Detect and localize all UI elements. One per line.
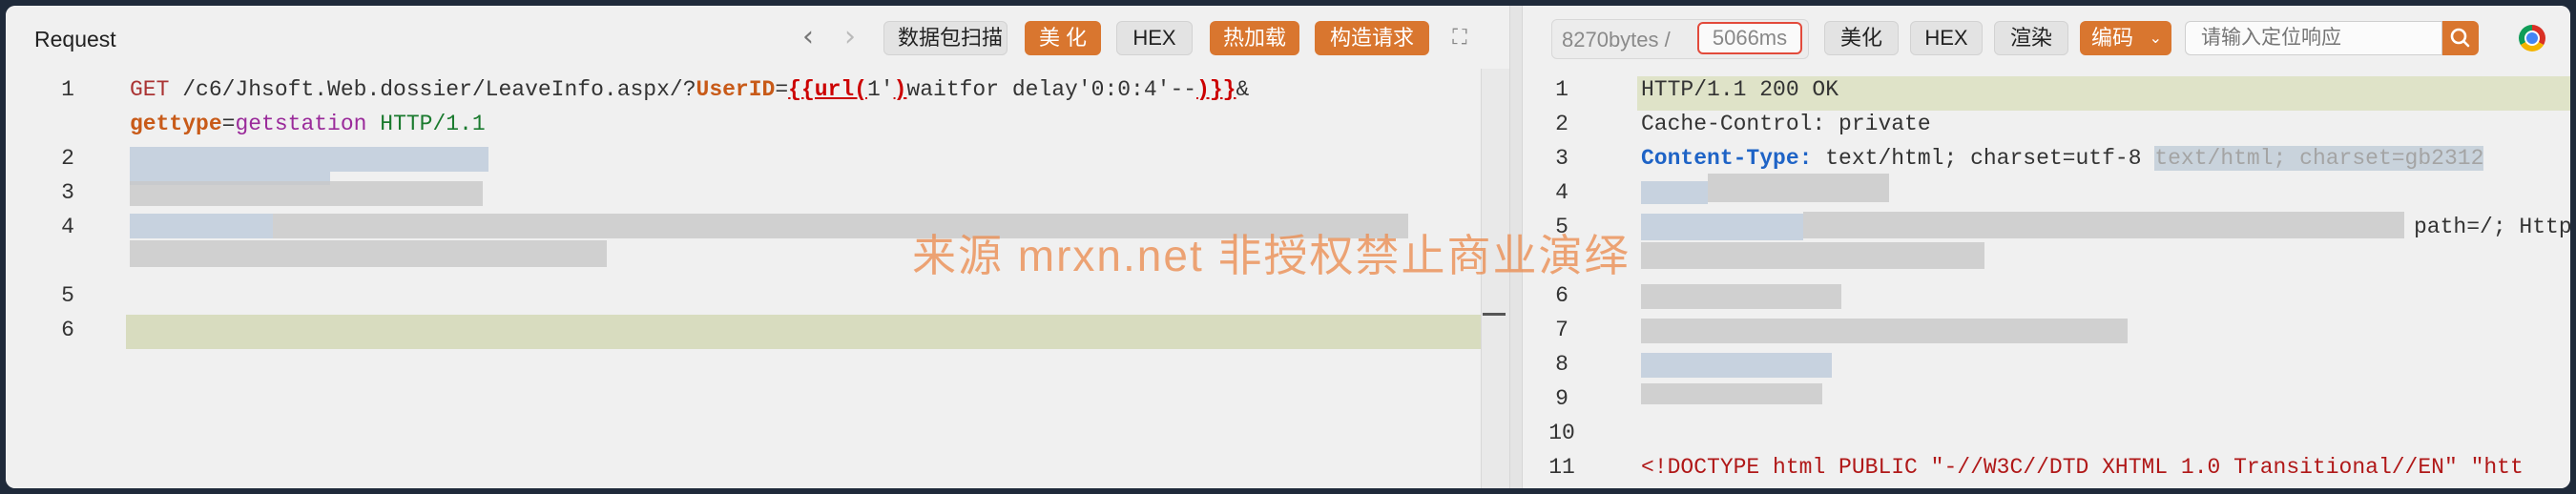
response-meta: 8270bytes / 5066ms bbox=[1551, 19, 1809, 59]
redacted-block bbox=[1641, 319, 2128, 343]
redacted-block bbox=[130, 214, 273, 238]
line-number: 10 bbox=[1548, 421, 1575, 445]
redacted-block bbox=[130, 181, 483, 206]
response-cookie-tail: path=/; Http bbox=[2414, 215, 2570, 239]
line-number: 6 bbox=[1555, 283, 1568, 308]
response-size: 8270bytes / bbox=[1562, 28, 1671, 51]
redacted-block bbox=[1641, 353, 1832, 378]
response-pane: 8270bytes / 5066ms 美化 HEX 渲染 编码⌄ 1 HTTP/… bbox=[1523, 6, 2570, 488]
expand-icon[interactable]: ⛶ bbox=[1446, 25, 1473, 51]
chevron-down-icon: ⌄ bbox=[2149, 29, 2162, 47]
search-icon bbox=[2450, 28, 2470, 48]
line-number: 2 bbox=[1555, 112, 1568, 136]
locate-response-input[interactable] bbox=[2185, 21, 2442, 55]
line-number: 6 bbox=[61, 318, 74, 342]
request-title: Request bbox=[34, 27, 116, 51]
line-number: 3 bbox=[1555, 146, 1568, 171]
encoding-dropdown[interactable]: 编码 ⌄ bbox=[2080, 21, 2171, 55]
chrome-browser-icon[interactable] bbox=[2519, 25, 2545, 51]
response-viewer[interactable]: 1 HTTP/1.1 200 OK 2 Cache-Control: priva… bbox=[1523, 69, 2570, 488]
response-time: 5066ms bbox=[1697, 22, 1802, 54]
request-line-1: GET /c6/Jhsoft.Web.dossier/LeaveInfo.asp… bbox=[130, 77, 1250, 102]
response-doctype-line: <!DOCTYPE html PUBLIC "-//W3C//DTD XHTML… bbox=[1641, 455, 2524, 480]
line-number: 11 bbox=[1548, 455, 1575, 480]
response-beautify-button[interactable]: 美化 bbox=[1824, 21, 1899, 55]
line-number: 1 bbox=[1555, 77, 1568, 102]
line-number: 9 bbox=[1555, 386, 1568, 411]
packet-scan-button[interactable]: 数据包扫描 bbox=[883, 21, 1008, 55]
line-number: 4 bbox=[61, 215, 74, 239]
redacted-block bbox=[1641, 383, 1822, 404]
response-status-line: HTTP/1.1 200 OK bbox=[1641, 77, 1839, 102]
line-number: 8 bbox=[1555, 352, 1568, 377]
request-line-1-wrap: gettype=getstation HTTP/1.1 bbox=[130, 112, 486, 136]
back-arrow-icon[interactable]: ‹ bbox=[798, 23, 819, 51]
redacted-block bbox=[1641, 284, 1841, 309]
response-hex-button[interactable]: HEX bbox=[1910, 21, 1983, 55]
redacted-block bbox=[130, 240, 607, 267]
build-request-button[interactable]: 构造请求 bbox=[1315, 21, 1429, 55]
hex-button[interactable]: HEX bbox=[1116, 21, 1193, 55]
redacted-block bbox=[1641, 242, 1984, 269]
line-number: 2 bbox=[61, 146, 74, 171]
hot-load-button[interactable]: 热加载 bbox=[1210, 21, 1299, 55]
render-button[interactable]: 渲染 bbox=[1994, 21, 2068, 55]
redacted-block bbox=[1803, 212, 2404, 238]
response-header-content-type: Content-Type: text/html; charset=utf-8 t… bbox=[1641, 146, 2484, 171]
line-number: 4 bbox=[1555, 180, 1568, 205]
current-line-highlight bbox=[126, 315, 1509, 349]
line-number: 5 bbox=[61, 283, 74, 308]
line-number: 3 bbox=[61, 180, 74, 205]
redacted-block bbox=[1641, 181, 1708, 204]
watermark-text: 来源 mrxn.net 非授权禁止商业演绎 bbox=[912, 231, 1631, 280]
beautify-button[interactable]: 美 化 bbox=[1025, 21, 1101, 55]
http-tool-window: Request ‹ › 数据包扫描 美 化 HEX 热加载 构造请求 ⛶ 1 G… bbox=[6, 6, 2570, 488]
response-toolbar: 8270bytes / 5066ms 美化 HEX 渲染 编码 ⌄ bbox=[1523, 6, 2570, 69]
line-number: 7 bbox=[1555, 318, 1568, 342]
scrollbar-thumb[interactable] bbox=[1483, 313, 1506, 316]
request-toolbar: Request ‹ › 数据包扫描 美 化 HEX 热加载 构造请求 ⛶ bbox=[6, 6, 1509, 69]
redacted-block bbox=[1641, 214, 1803, 240]
line-number: 1 bbox=[61, 77, 74, 102]
response-header-cache: Cache-Control: private bbox=[1641, 112, 1931, 136]
redacted-block bbox=[130, 147, 488, 172]
search-button[interactable] bbox=[2442, 21, 2479, 55]
forward-arrow-icon[interactable]: › bbox=[840, 23, 861, 51]
redacted-block bbox=[1708, 174, 1889, 202]
